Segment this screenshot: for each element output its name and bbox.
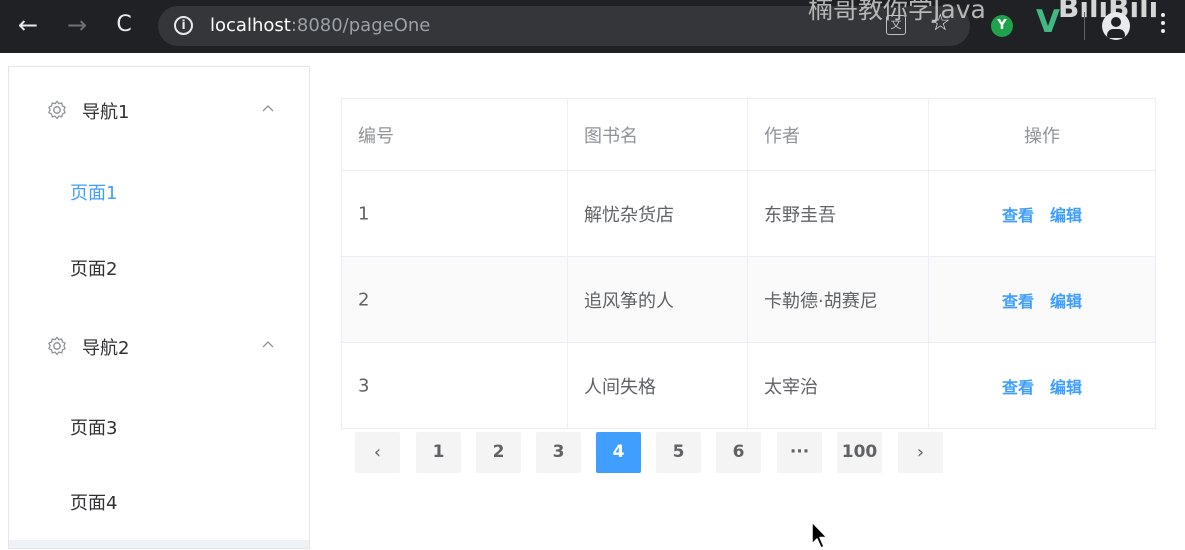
chevron-up-icon [262, 341, 274, 348]
row-author: 太宰治 [764, 377, 818, 398]
row-book-name: 追风筝的人 [584, 290, 674, 312]
page-button-3[interactable]: 3 [536, 432, 581, 473]
view-button[interactable]: 查看 [1002, 288, 1034, 312]
extension-y-icon[interactable]: Y [991, 15, 1013, 37]
submenu-label: 导航2 [82, 338, 130, 359]
cell-book-name: 追风筝的人 [568, 257, 748, 342]
page-button-6[interactable]: 6 [716, 432, 761, 473]
view-button[interactable]: 查看 [1002, 374, 1034, 398]
header-actions: 操作 [1024, 125, 1060, 147]
header-cell: 编号 [342, 99, 568, 170]
cell-id: 3 [342, 343, 568, 429]
row-id: 2 [358, 289, 370, 310]
sidebar-next-item [9, 540, 309, 548]
cell-actions: 查看 编辑 [929, 171, 1155, 256]
page-button-2[interactable]: 2 [476, 432, 521, 473]
cell-id: 1 [342, 171, 568, 256]
gear-icon [48, 336, 66, 356]
edit-button[interactable]: 编辑 [1050, 374, 1082, 398]
row-book-name: 人间失格 [584, 377, 656, 398]
cell-book-name: 解忧杂货店 [568, 171, 748, 256]
chevron-up-icon [262, 105, 274, 112]
header-author: 作者 [764, 125, 800, 147]
view-button[interactable]: 查看 [1002, 202, 1034, 226]
submenu-label: 导航1 [82, 102, 130, 123]
cell-author: 太宰治 [748, 343, 929, 429]
submenu-title-nav1[interactable]: 导航1 [9, 82, 309, 138]
table-row: 3 人间失格 太宰治 查看 编辑 [342, 343, 1155, 429]
vue-devtools-icon[interactable]: V [1036, 4, 1060, 40]
url-text[interactable]: localhost:8080/pageOne [210, 15, 430, 36]
back-button[interactable]: ← [12, 9, 44, 41]
row-author: 卡勒德·胡赛尼 [764, 290, 878, 312]
menu-item-page1[interactable]: 页面1 [70, 179, 117, 205]
url-path: :8080/pageOne [290, 15, 431, 36]
more-pages-button[interactable]: ··· [777, 432, 822, 473]
menu-item-page3[interactable]: 页面3 [70, 414, 117, 440]
table-header-row: 编号 图书名 作者 操作 [342, 99, 1155, 171]
cell-author: 东野圭吾 [748, 171, 929, 256]
table-row: 2 追风筝的人 卡勒德·胡赛尼 查看 编辑 [342, 257, 1155, 343]
page-button-4-current[interactable]: 4 [596, 432, 641, 473]
cell-id: 2 [342, 257, 568, 342]
row-author: 东野圭吾 [764, 204, 836, 226]
watermark-text: 楠哥教你学Java [808, 0, 986, 24]
sidebar-menu: 导航1 页面1 页面2 导航2 页面3 页面4 [8, 66, 310, 549]
header-cell: 作者 [748, 99, 929, 170]
cell-author: 卡勒德·胡赛尼 [748, 257, 929, 342]
menu-item-page2[interactable]: 页面2 [70, 255, 117, 281]
page-button-1[interactable]: 1 [416, 432, 461, 473]
page-button-5[interactable]: 5 [656, 432, 701, 473]
row-actions: 查看 编辑 [929, 288, 1155, 312]
url-host: localhost [210, 15, 291, 36]
submenu-title-nav2[interactable]: 导航2 [9, 318, 309, 374]
edit-button[interactable]: 编辑 [1050, 202, 1082, 226]
browser-menu-icon[interactable] [1160, 10, 1166, 40]
profile-icon[interactable] [1102, 12, 1130, 40]
header-cell: 图书名 [568, 99, 748, 170]
row-id: 1 [358, 203, 370, 224]
header-id: 编号 [358, 125, 394, 147]
prev-page-button[interactable]: ‹ [355, 432, 400, 473]
menu-item-page4[interactable]: 页面4 [70, 489, 117, 515]
toolbar-separator [1084, 12, 1085, 40]
books-table: 编号 图书名 作者 操作 1 解忧杂货店 东野圭吾 查看 编辑 2 追风筝的人 卡… [341, 98, 1156, 429]
page-button-100[interactable]: 100 [837, 432, 882, 473]
header-cell: 操作 [929, 99, 1155, 170]
cell-actions: 查看 编辑 [929, 257, 1155, 342]
mouse-cursor-icon [811, 521, 828, 549]
forward-button[interactable]: → [61, 9, 93, 41]
next-page-button[interactable]: › [898, 432, 943, 473]
cell-actions: 查看 编辑 [929, 343, 1155, 429]
info-icon[interactable]: i [174, 16, 193, 35]
browser-toolbar: ← → C i localhost:8080/pageOne 文 ☆ 楠哥教你学… [0, 0, 1185, 53]
row-book-name: 解忧杂货店 [584, 204, 674, 226]
header-book-name: 图书名 [584, 125, 638, 147]
row-actions: 查看 编辑 [929, 202, 1155, 226]
page-content: 导航1 页面1 页面2 导航2 页面3 页面4 编号 图书名 作者 操作 1 解… [0, 53, 1185, 549]
reload-button[interactable]: C [108, 9, 140, 41]
gear-icon [48, 100, 66, 120]
edit-button[interactable]: 编辑 [1050, 288, 1082, 312]
cell-book-name: 人间失格 [568, 343, 748, 429]
row-actions: 查看 编辑 [929, 374, 1155, 398]
row-id: 3 [358, 375, 370, 397]
table-row: 1 解忧杂货店 东野圭吾 查看 编辑 [342, 171, 1155, 257]
